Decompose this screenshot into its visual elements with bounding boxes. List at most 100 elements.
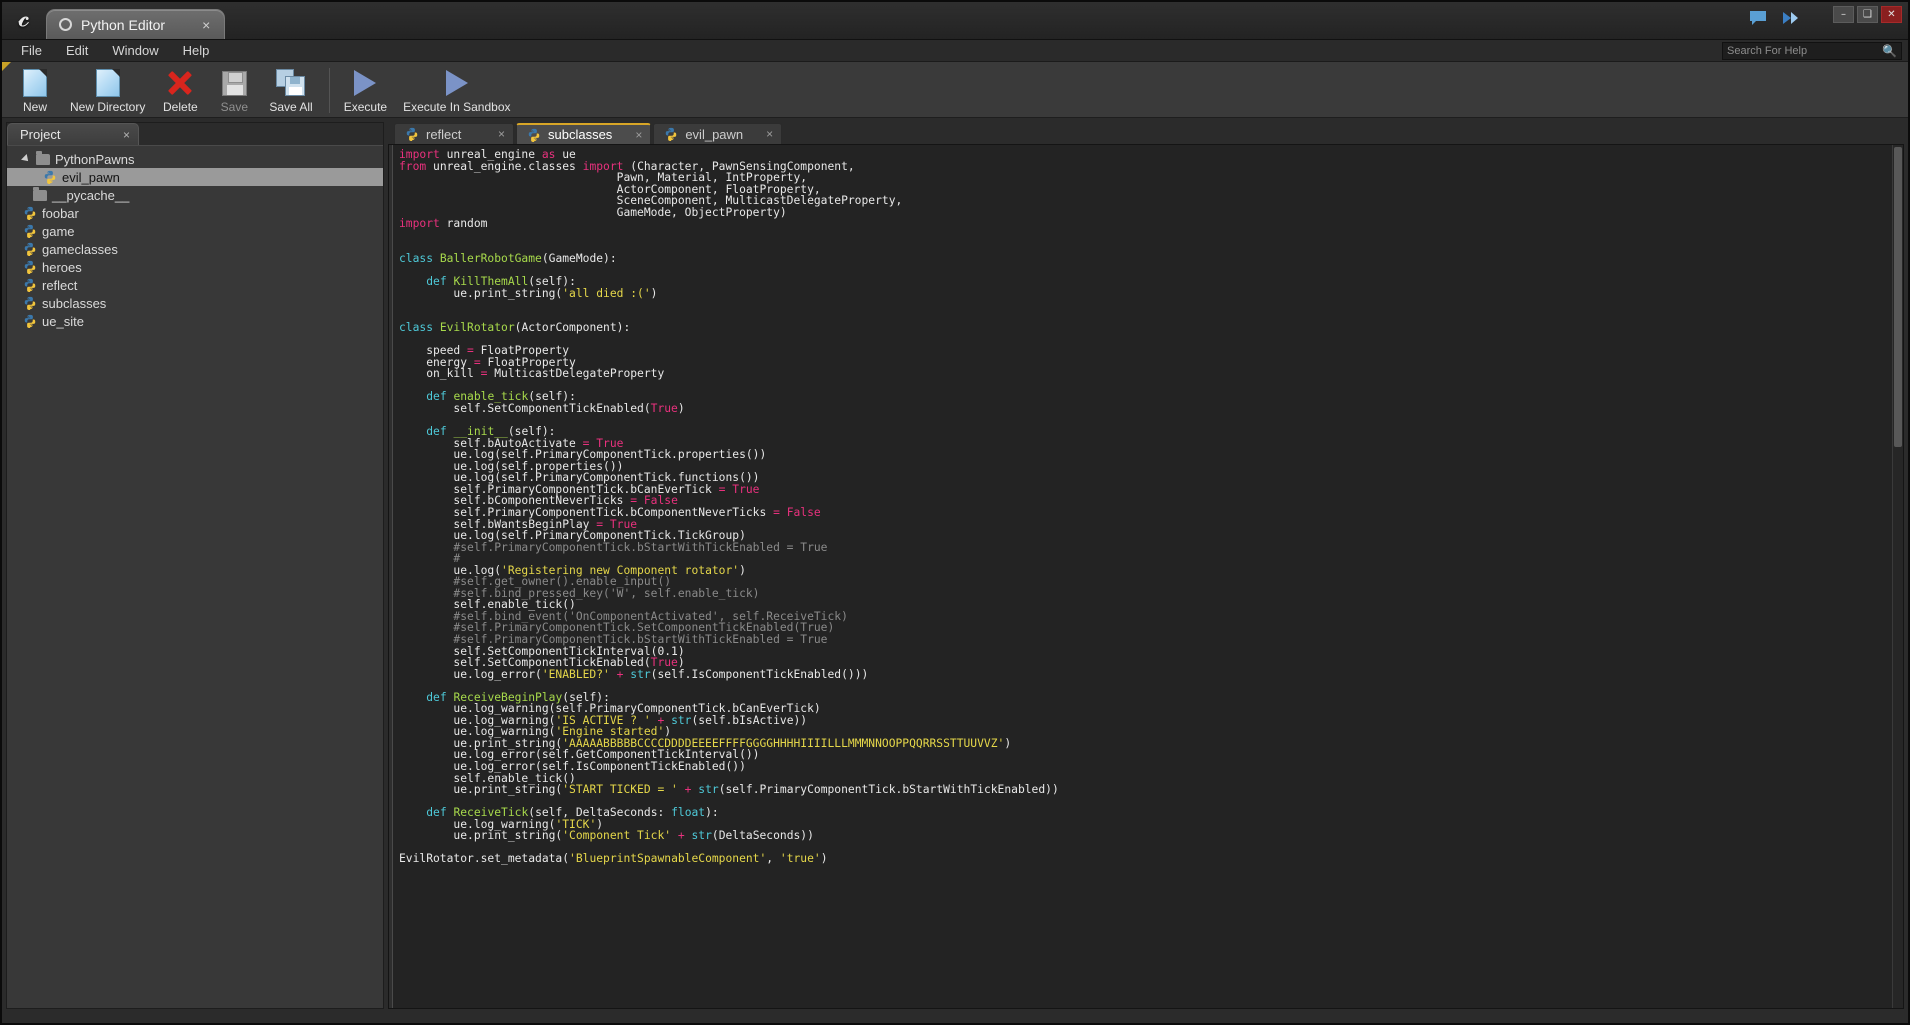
python-icon [23, 260, 37, 274]
code-text[interactable]: import unreal_engine as ue from unreal_e… [393, 145, 1892, 1008]
execute-button[interactable]: Execute [336, 64, 395, 117]
window-tab-close-icon[interactable]: × [202, 17, 210, 33]
main-body: Project × PythonPawns evil_pawn __pycache_… [2, 118, 1908, 1013]
title-bar: 𝓬 Python Editor × – ❑ ✕ [2, 2, 1908, 40]
editor-tab-label: evil_pawn [685, 127, 743, 142]
new-button[interactable]: New [8, 64, 62, 117]
menu-window[interactable]: Window [101, 41, 169, 60]
project-panel: Project × PythonPawns evil_pawn __pycache_… [6, 122, 384, 1009]
play-sandbox-icon [446, 68, 468, 98]
title-bar-icons [1748, 10, 1800, 26]
tree-item-foobar[interactable]: foobar [7, 204, 383, 222]
play-icon [354, 68, 376, 98]
code-scrollbar[interactable] [1892, 145, 1903, 1008]
tree-item-reflect[interactable]: reflect [7, 276, 383, 294]
search-for-help-box[interactable]: 🔍 [1722, 42, 1902, 60]
editor-tab-label: reflect [426, 127, 461, 142]
project-tree[interactable]: PythonPawns evil_pawn __pycache__foobar gam… [7, 145, 383, 1008]
tree-item-label: foobar [42, 206, 79, 221]
editor-tab-subclasses[interactable]: subclasses × [516, 123, 651, 144]
tree-item-game[interactable]: game [7, 222, 383, 240]
window-tab-label: Python Editor [81, 17, 165, 33]
close-window-button[interactable]: ✕ [1881, 6, 1902, 23]
new-directory-button-label: New Directory [70, 100, 145, 114]
menu-help[interactable]: Help [172, 41, 221, 60]
editor-tab-evil_pawn[interactable]: evil_pawn × [653, 123, 782, 144]
new-button-label: New [23, 100, 47, 114]
expand-arrow-icon[interactable] [21, 154, 31, 164]
python-icon [23, 206, 37, 220]
toolbar: New New Directory Delete Save Save All E… [2, 62, 1908, 118]
editor-tab-label: subclasses [548, 127, 612, 142]
python-icon [527, 128, 541, 142]
new-directory-button[interactable]: New Directory [62, 64, 153, 117]
python-editor-window: 𝓬 Python Editor × – ❑ ✕ [0, 0, 1910, 1025]
tree-item-label: evil_pawn [62, 170, 120, 185]
tree-item-label: heroes [42, 260, 82, 275]
editor-tab-close-icon[interactable]: × [750, 127, 773, 141]
tree-item-label: ue_site [42, 314, 84, 329]
tree-item-label: subclasses [42, 296, 106, 311]
minimize-button[interactable]: – [1833, 6, 1854, 23]
code-area[interactable]: import unreal_engine as ue from unreal_e… [388, 144, 1904, 1009]
tree-item-PythonPawns[interactable]: PythonPawns [7, 150, 383, 168]
tree-item-heroes[interactable]: heroes [7, 258, 383, 276]
delete-button[interactable]: Delete [153, 64, 207, 117]
editor-tab-row: reflect × subclasses × evil_pawn × [388, 122, 1904, 144]
python-icon [23, 224, 37, 238]
new-folder-icon [96, 68, 120, 98]
tree-item-label: PythonPawns [55, 152, 135, 167]
unreal-engine-logo-icon: 𝓬 [2, 1, 46, 39]
code-scrollbar-thumb[interactable] [1894, 147, 1902, 447]
tree-item-ue-site[interactable]: ue_site [7, 312, 383, 330]
save-button-label: Save [221, 100, 248, 114]
code-editor-panel: reflect × subclasses × evil_pawn × import unr… [388, 122, 1904, 1009]
editor-tab-close-icon[interactable]: × [619, 128, 642, 142]
chat-bubble-icon[interactable] [1748, 10, 1768, 26]
window-tab-python-editor[interactable]: Python Editor × [46, 9, 225, 39]
save-all-icon [276, 68, 306, 98]
python-icon [43, 170, 57, 184]
marketplace-icon[interactable] [1780, 10, 1800, 26]
menu-file[interactable]: File [10, 41, 53, 60]
search-icon[interactable]: 🔍 [1882, 44, 1897, 58]
save-floppy-icon [222, 68, 247, 98]
folder-icon [36, 154, 50, 165]
execute-in-sandbox-button[interactable]: Execute In Sandbox [395, 64, 518, 117]
tree-item-label: reflect [42, 278, 77, 293]
maximize-button[interactable]: ❑ [1857, 6, 1878, 23]
tree-item-label: game [42, 224, 75, 239]
tab-project-label: Project [20, 127, 60, 142]
python-icon [664, 127, 678, 141]
tab-project[interactable]: Project × [7, 123, 139, 145]
python-icon [23, 242, 37, 256]
editor-tab-close-icon[interactable]: × [482, 127, 505, 141]
menu-edit[interactable]: Edit [55, 41, 99, 60]
tree-item-evil-pawn[interactable]: evil_pawn [7, 168, 383, 186]
editor-tab-reflect[interactable]: reflect × [394, 123, 514, 144]
tab-project-close-icon[interactable]: × [123, 128, 130, 142]
tree-item-gameclasses[interactable]: gameclasses [7, 240, 383, 258]
python-icon [23, 278, 37, 292]
project-panel-tabrow: Project × [7, 123, 383, 145]
tree-item-label: gameclasses [42, 242, 118, 257]
python-icon [23, 296, 37, 310]
delete-button-label: Delete [163, 100, 198, 114]
tree-item-label: __pycache__ [52, 188, 129, 203]
menu-bar: File Edit Window Help 🔍 [2, 40, 1908, 62]
execute-in-sandbox-button-label: Execute In Sandbox [403, 100, 510, 114]
delete-x-icon [167, 68, 193, 98]
python-icon [405, 127, 419, 141]
status-bar [2, 1013, 1908, 1023]
execute-button-label: Execute [344, 100, 387, 114]
save-all-button-label: Save All [269, 100, 312, 114]
window-controls: – ❑ ✕ [1833, 6, 1902, 23]
save-all-button[interactable]: Save All [261, 64, 320, 117]
tree-item---pycache--[interactable]: __pycache__ [7, 186, 383, 204]
new-file-icon [23, 68, 47, 98]
search-input[interactable] [1727, 45, 1879, 57]
tab-status-circle-icon [59, 18, 72, 31]
tree-item-subclasses[interactable]: subclasses [7, 294, 383, 312]
save-button: Save [207, 64, 261, 117]
python-icon [23, 314, 37, 328]
